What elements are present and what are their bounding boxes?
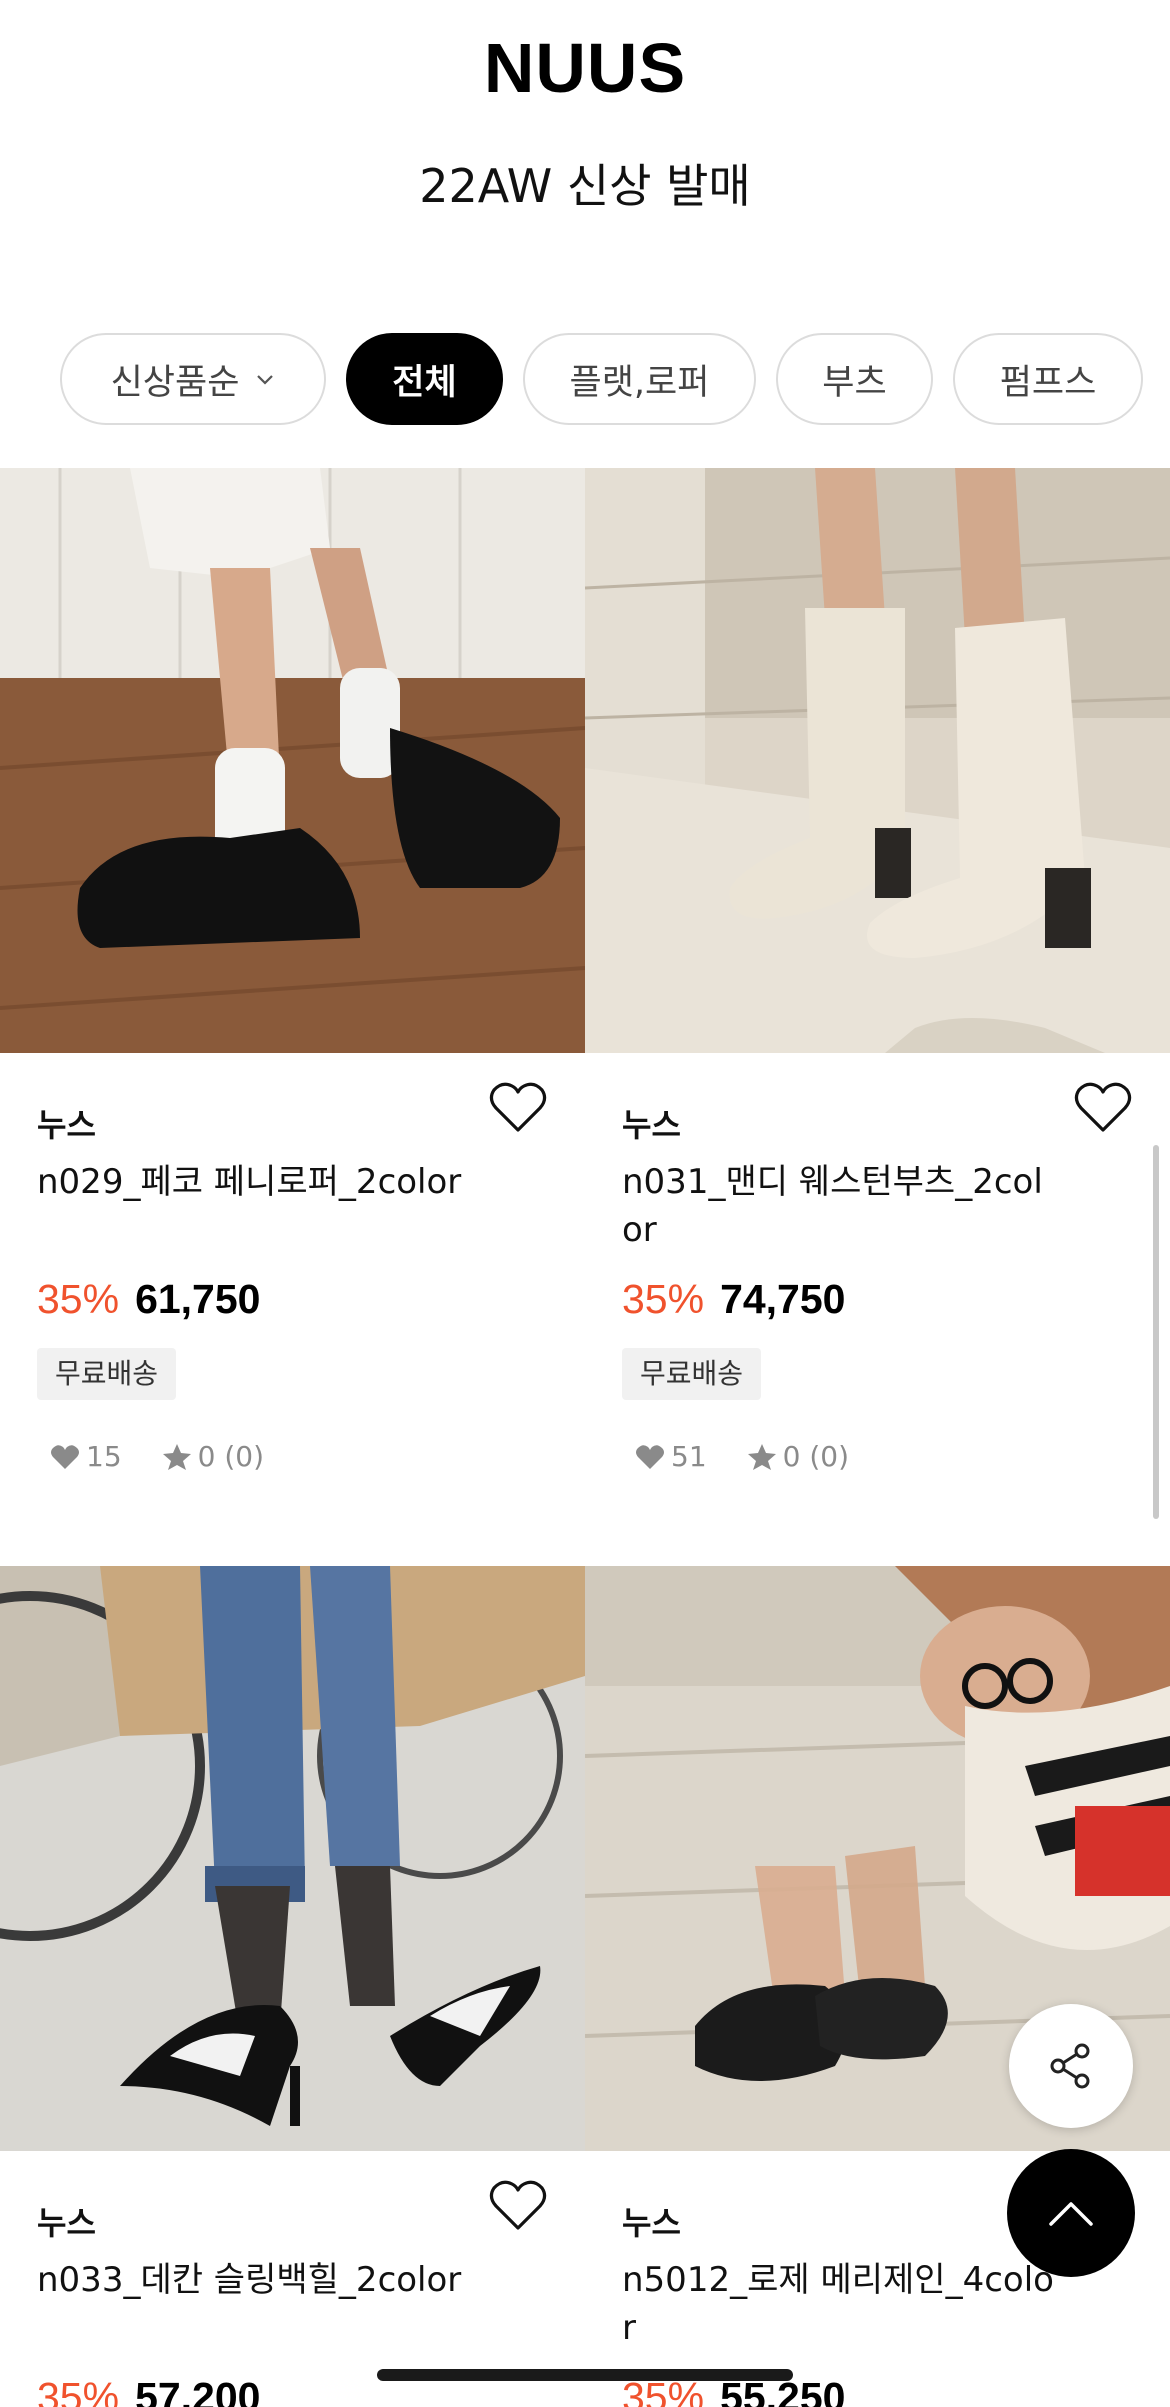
like-count: 51 (671, 1440, 707, 1473)
slingback-heel-photo[interactable] (0, 1566, 585, 2151)
heart-icon[interactable] (1073, 1080, 1133, 1134)
free-shipping-badge: 무료배송 (37, 1348, 177, 1400)
sale-price: 74,750 (720, 1276, 846, 1322)
scroll-top-button[interactable] (1007, 2149, 1135, 2277)
product-stats: 51 0 (0) (635, 1440, 849, 1473)
category-chip-boots[interactable]: 부츠 (776, 333, 933, 425)
rating-count: 0 (0) (197, 1440, 265, 1473)
product-stats: 15 0 (0) (50, 1440, 264, 1473)
product-brand: 누스 (622, 2204, 681, 2242)
discount-rate: 35% (622, 1276, 705, 1322)
discount-rate: 35% (37, 2374, 120, 2407)
rating-count: 0 (0) (782, 1440, 850, 1473)
category-chip-all[interactable]: 전체 (346, 333, 503, 425)
chevron-down-icon (257, 375, 274, 385)
product-brand: 누스 (37, 2204, 96, 2242)
sale-price: 61,750 (135, 1276, 261, 1322)
filter-bar: 신상품순 전체 플랫,로퍼 부츠 펌프스 (60, 333, 1170, 425)
discount-rate: 35% (37, 1276, 120, 1322)
product-name[interactable]: n029_페코 페니로퍼_2color (37, 1158, 477, 1206)
heart-icon[interactable] (488, 1080, 548, 1134)
like-count: 15 (86, 1440, 122, 1473)
western-boots-photo[interactable] (585, 468, 1170, 1053)
product-price: 35% 61,750 (37, 1276, 260, 1323)
share-icon (1050, 2043, 1090, 2089)
product-name[interactable]: n031_맨디 웨스턴부츠_2color (622, 1158, 1062, 1254)
category-chip-flat-loafer[interactable]: 플랫,로퍼 (523, 333, 756, 425)
free-shipping-badge: 무료배송 (622, 1348, 762, 1400)
product-name[interactable]: n033_데칸 슬링백힐_2color (37, 2256, 477, 2304)
sort-label: 신상품순 (110, 362, 240, 403)
page-subtitle: 22AW 신상 발매 (419, 159, 751, 213)
product-price: 35% 57,200 (37, 2374, 260, 2407)
product-brand: 누스 (37, 1106, 96, 1144)
sort-dropdown[interactable]: 신상품순 (60, 333, 326, 425)
star-icon (162, 1443, 191, 1470)
product-brand: 누스 (622, 1106, 681, 1144)
penny-loafer-photo[interactable] (0, 468, 585, 1053)
like-count-icon (636, 1444, 664, 1469)
category-chip-pumps[interactable]: 펌프스 (953, 333, 1143, 425)
brand-title: NUUS (483, 29, 687, 107)
home-indicator[interactable] (377, 2369, 793, 2381)
product-name[interactable]: n5012_로제 메리제인_4color (622, 2256, 1062, 2352)
heart-icon[interactable] (488, 2178, 548, 2232)
product-price: 35% 74,750 (622, 1276, 845, 1323)
scrollbar-thumb[interactable] (1153, 1145, 1159, 1519)
star-icon (747, 1443, 776, 1470)
chevron-up-icon (1049, 2202, 1093, 2226)
share-button[interactable] (1009, 2004, 1133, 2128)
like-count-icon (51, 1444, 79, 1469)
sale-price: 57,200 (135, 2374, 261, 2407)
